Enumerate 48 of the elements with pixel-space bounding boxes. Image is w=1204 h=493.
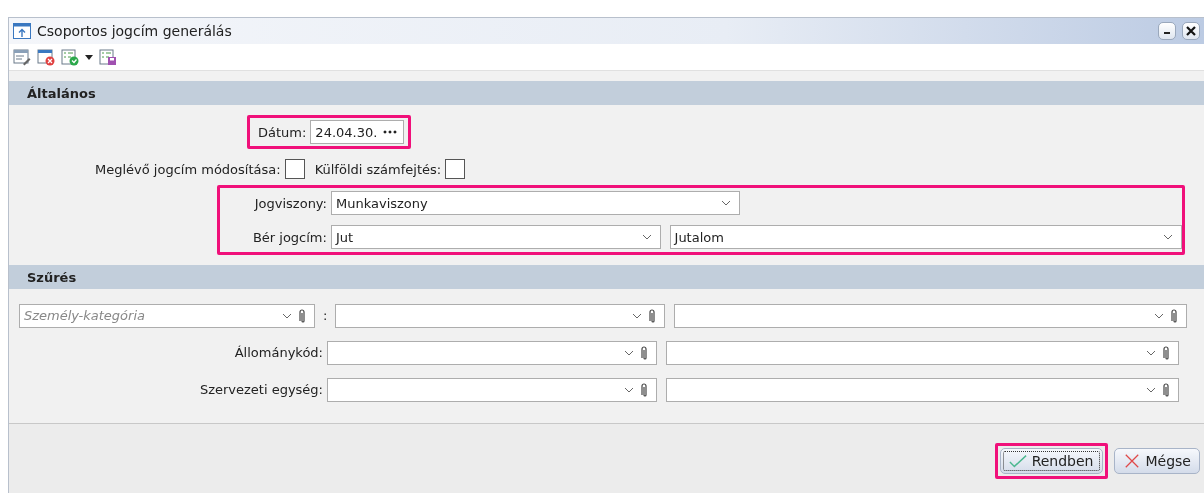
checkbox-label: Meglévő jogcím módosítása: [95, 161, 281, 177]
cancel-button[interactable]: Mégse [1113, 448, 1200, 474]
field-label: Jogviszony: [253, 195, 327, 211]
checkbox[interactable] [445, 159, 466, 179]
chevron-icon [1154, 312, 1165, 319]
chevron-icon [1146, 386, 1156, 393]
chevron-icon [282, 312, 292, 319]
wage-name-dropdown[interactable]: Jutalom [669, 225, 1182, 249]
field-label: Szervezeti egység: [198, 382, 323, 397]
chevron-icon [1146, 349, 1156, 356]
checkbox-label: Külföldi számfejtés: [314, 161, 442, 177]
window-icon [13, 23, 31, 39]
chevron-icon [624, 349, 634, 356]
chevron-icon [721, 200, 731, 206]
checklist-run-icon[interactable] [61, 48, 79, 66]
chevron-icon [632, 312, 643, 319]
checklist-save-icon[interactable] [99, 48, 117, 66]
section-title: Általános [27, 85, 96, 101]
chevron-icon [1163, 234, 1173, 240]
paperclip-icon[interactable] [298, 307, 306, 324]
paperclip-icon[interactable] [1162, 381, 1170, 398]
category-dropdown[interactable]: Személy-kategória [19, 303, 315, 328]
separator-colon: : [323, 308, 328, 323]
form-edit-icon[interactable] [13, 48, 31, 66]
caret-icon[interactable] [85, 54, 93, 60]
section-title: Szűrés [27, 269, 77, 285]
paperclip-icon[interactable] [640, 344, 648, 361]
close-button[interactable] [1182, 22, 1200, 40]
paperclip-icon[interactable] [1170, 307, 1179, 324]
delete-form-icon[interactable] [37, 48, 55, 66]
date-field[interactable]: 24.04.30. [310, 120, 405, 144]
field-label: Bér jogcím: [251, 229, 327, 245]
window-title: Csoportos jogcím generálás [37, 23, 232, 39]
field-label: Dátum: [258, 124, 307, 140]
close-icon [1186, 26, 1196, 36]
wage-code-dropdown[interactable]: Jut [330, 225, 661, 249]
field-label: Állománykód: [233, 345, 323, 360]
checkmark-icon [1008, 454, 1027, 468]
paperclip-icon[interactable] [640, 381, 648, 398]
paperclip-icon[interactable] [1162, 344, 1170, 361]
minimize-button[interactable] [1158, 22, 1176, 40]
ellipsis-icon[interactable] [383, 130, 398, 134]
paperclip-icon[interactable] [648, 307, 657, 324]
ok-button[interactable]: Rendben [999, 448, 1103, 474]
checkbox[interactable] [284, 159, 305, 179]
relationship-dropdown[interactable]: Munkaviszony [331, 191, 740, 215]
chevron-icon [641, 234, 652, 240]
chevron-icon [624, 386, 634, 393]
